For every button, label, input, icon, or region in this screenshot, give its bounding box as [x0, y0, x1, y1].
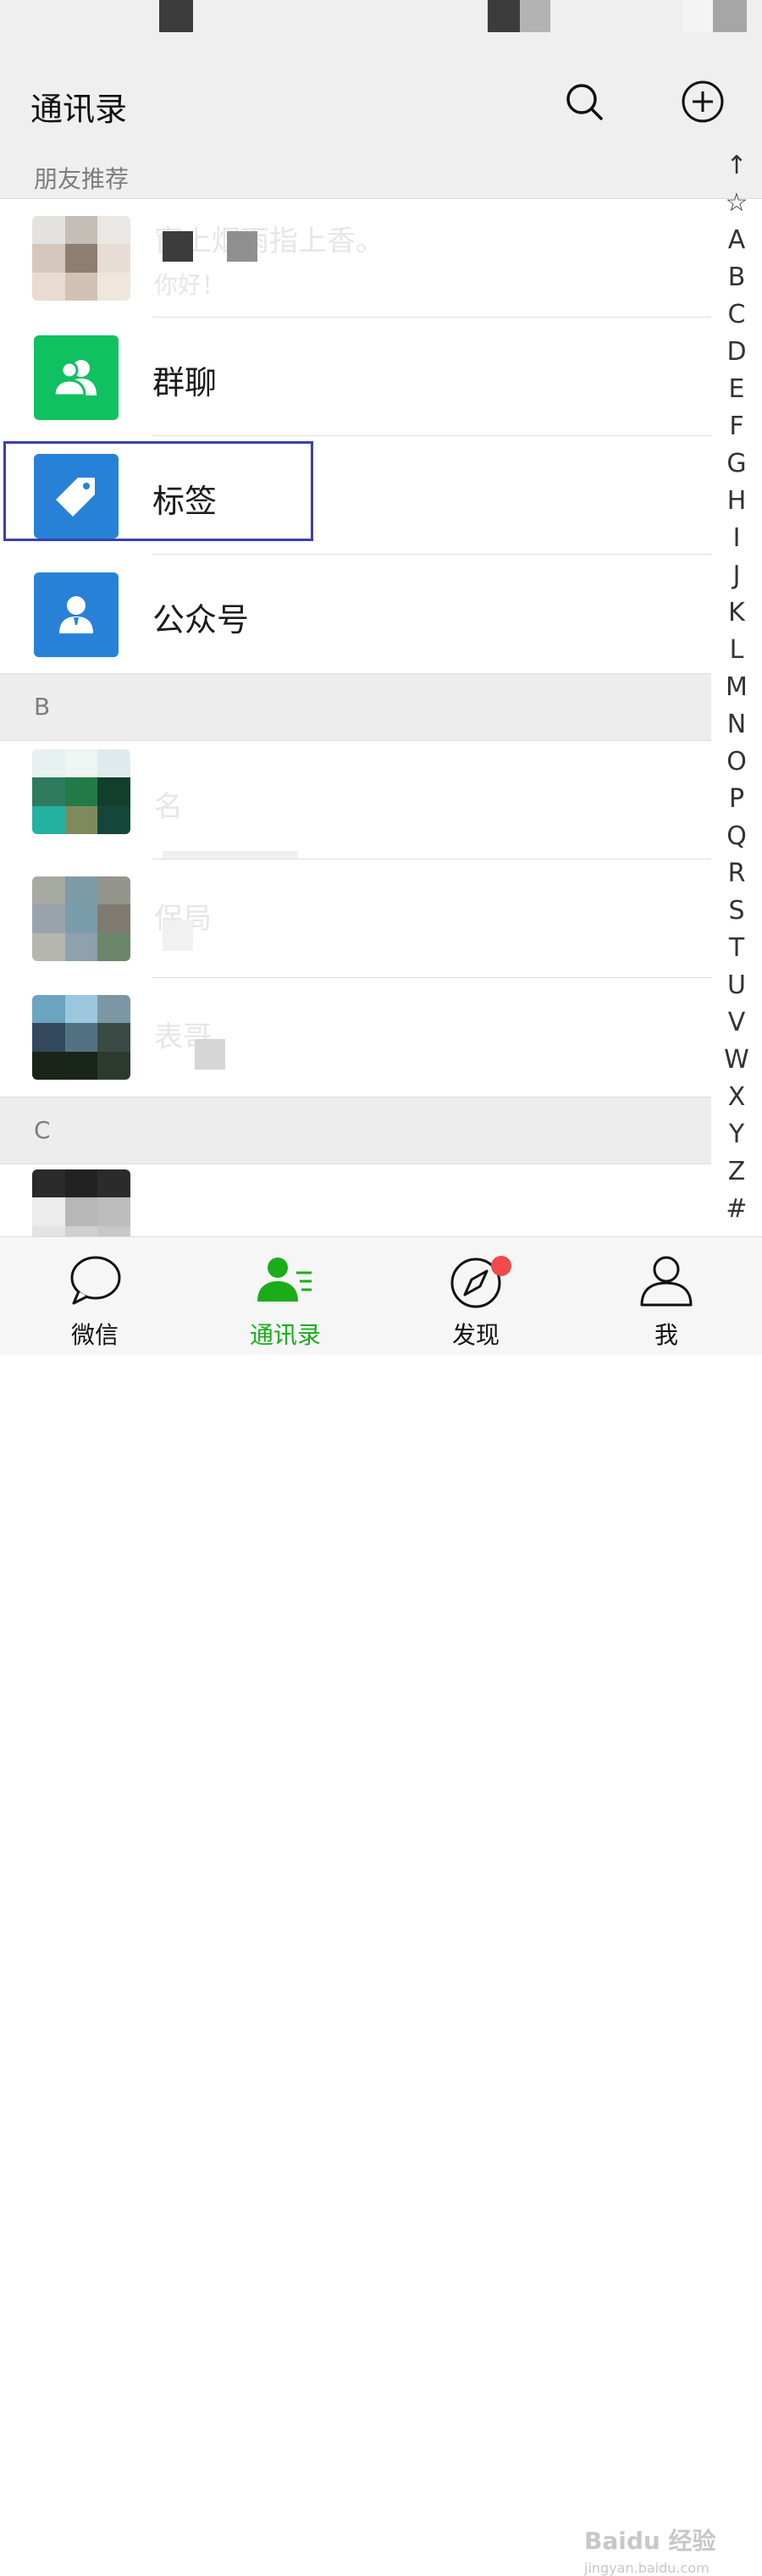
tab-discover[interactable]: 发现	[412, 1237, 539, 1356]
group-chat-label: 群聊	[152, 364, 218, 401]
status-block	[713, 0, 747, 32]
tab-me[interactable]: 我	[603, 1237, 730, 1356]
index-letter[interactable]: F	[711, 412, 762, 441]
index-letter[interactable]: J	[711, 561, 762, 590]
add-button[interactable]	[681, 80, 725, 124]
index-letter[interactable]: D	[711, 337, 762, 367]
index-letter[interactable]: V	[711, 1008, 762, 1037]
index-letter[interactable]: Q	[711, 821, 762, 851]
header-bar: 通讯录	[0, 53, 762, 151]
index-letter[interactable]: H	[711, 486, 762, 516]
index-letter[interactable]: ☆	[711, 188, 762, 218]
index-letter[interactable]: X	[711, 1082, 762, 1112]
section-letter-label: B	[34, 693, 51, 721]
notification-badge	[491, 1256, 511, 1276]
tab-label: 我	[654, 1321, 678, 1349]
person-icon	[640, 1256, 693, 1307]
official-accounts-row[interactable]: 公众号	[0, 555, 711, 673]
search-icon	[566, 84, 603, 120]
index-letter[interactable]: P	[711, 784, 762, 814]
status-block	[488, 0, 522, 32]
avatar	[32, 876, 130, 961]
avatar	[32, 995, 130, 1080]
index-letter[interactable]: U	[711, 970, 762, 1000]
friend-recommend-row[interactable]: 窗上烟雨指上香。 你好！	[0, 199, 711, 318]
section-label: 朋友推荐	[34, 165, 130, 193]
contact-row[interactable]: 保局	[0, 860, 711, 978]
chat-bubble-icon	[70, 1256, 121, 1305]
censor-block	[163, 231, 193, 262]
avatar	[32, 216, 130, 301]
index-letter[interactable]: I	[711, 523, 762, 553]
index-letter[interactable]: B	[711, 263, 762, 292]
official-accounts-label: 公众号	[152, 601, 250, 638]
index-letter[interactable]: W	[711, 1045, 762, 1075]
section-header-recommend: 朋友推荐	[0, 151, 762, 199]
index-letter[interactable]: S	[711, 896, 762, 926]
group-chat-tile	[34, 335, 119, 420]
index-letter[interactable]: E	[711, 374, 762, 404]
friend-message: 你好！	[154, 271, 226, 299]
status-block	[159, 0, 193, 32]
watermark-url: jingyan.baidu.com	[584, 2560, 710, 2576]
contact-row[interactable]	[0, 1164, 711, 1236]
contacts-icon	[257, 1258, 312, 1302]
index-letter[interactable]: #	[711, 1194, 762, 1224]
tab-contacts[interactable]: 通讯录	[222, 1237, 349, 1356]
tab-label: 通讯录	[249, 1321, 321, 1349]
plus-circle-icon	[682, 80, 724, 123]
status-bar	[0, 0, 762, 53]
index-letter[interactable]: Z	[711, 1157, 762, 1186]
censor-block	[163, 920, 193, 951]
official-accounts-tile	[34, 572, 119, 657]
tab-label: 微信	[70, 1321, 119, 1349]
official-account-person-icon	[59, 596, 93, 633]
contact-row[interactable]: 名	[0, 741, 711, 860]
bottom-tab-bar: 微信 通讯录 发现 我 Baidu 经验 jingyan.baidu.com	[0, 1236, 762, 2576]
status-block	[682, 0, 713, 32]
index-letter[interactable]: L	[711, 635, 762, 665]
highlight-box	[3, 441, 313, 541]
section-header-c: C	[0, 1097, 711, 1164]
index-letter[interactable]: R	[711, 859, 762, 888]
censor-block	[227, 231, 257, 262]
group-chat-row[interactable]: 群聊	[0, 318, 711, 436]
index-letter[interactable]: K	[711, 598, 762, 627]
group-people-icon	[52, 360, 97, 397]
contact-row[interactable]: 表哥	[0, 978, 711, 1097]
search-button[interactable]	[562, 80, 606, 124]
status-block	[520, 0, 550, 32]
index-letter[interactable]: T	[711, 933, 762, 963]
contact-name: 名	[154, 790, 183, 824]
index-letter[interactable]: A	[711, 225, 762, 255]
tab-label: 发现	[451, 1321, 500, 1349]
avatar	[32, 749, 130, 834]
tab-chats[interactable]: 微信	[31, 1237, 158, 1356]
section-letter-label: C	[34, 1116, 51, 1144]
index-letter[interactable]: O	[711, 747, 762, 777]
page-title: 通讯录	[30, 91, 128, 128]
watermark-brand: Baidu 经验	[584, 2527, 716, 2555]
index-letter[interactable]: ↑	[711, 151, 762, 180]
index-letter[interactable]: C	[711, 300, 762, 329]
index-letter[interactable]: N	[711, 710, 762, 739]
index-letter[interactable]: Y	[711, 1119, 762, 1149]
section-header-b: B	[0, 673, 711, 741]
avatar	[32, 1169, 130, 1236]
alphabet-index[interactable]: ↑ ☆ A B C D E F G H I J K L M N O P Q R S T U V W X Y Z #	[711, 151, 762, 1235]
index-letter[interactable]: G	[711, 449, 762, 478]
censor-block	[195, 1039, 225, 1070]
index-letter[interactable]: M	[711, 672, 762, 702]
